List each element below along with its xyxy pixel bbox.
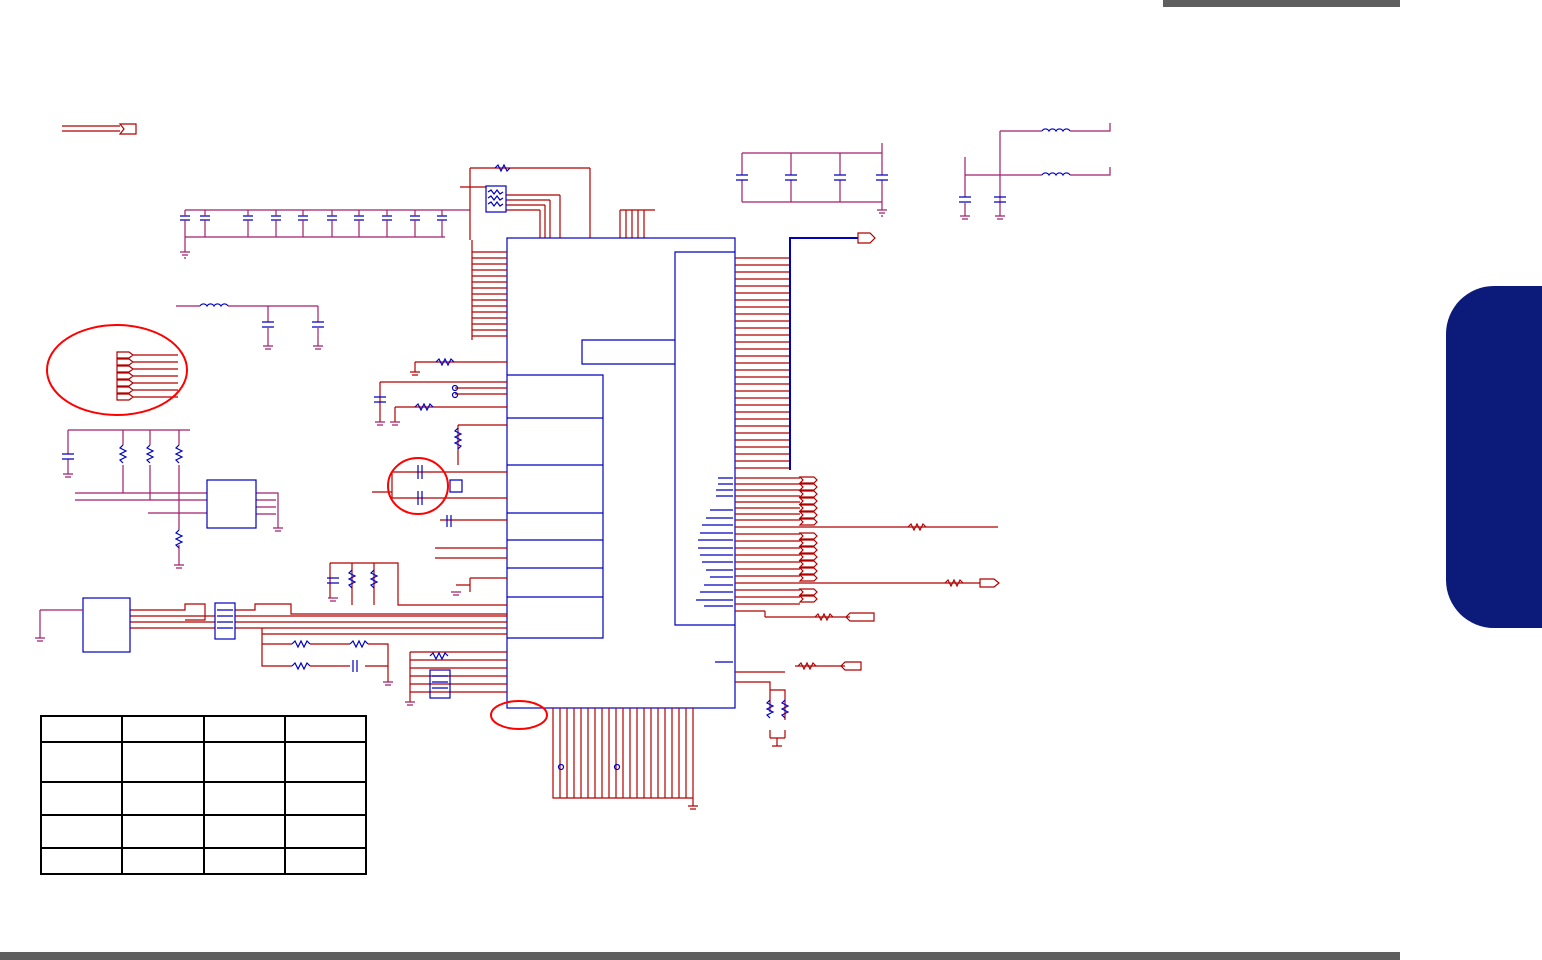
table-row (39, 847, 368, 875)
spec-table (39, 715, 368, 875)
signal-connectors (797, 476, 1000, 671)
table-row (39, 740, 368, 784)
table-cell (202, 715, 286, 743)
table-cell (121, 740, 205, 784)
table-cell (121, 715, 205, 743)
highlighted-connector-group (116, 351, 178, 401)
table-row (39, 814, 368, 850)
resistor-network-top (460, 167, 655, 240)
table-cell (39, 781, 124, 817)
ic-bottom-pins (552, 708, 698, 810)
table-cell (202, 781, 286, 817)
table-cell (283, 847, 368, 875)
table-cell (283, 781, 368, 817)
table-cell (202, 814, 286, 850)
table-cell (283, 814, 368, 850)
table-row (39, 715, 368, 743)
table-row (39, 781, 368, 817)
output-filter-capacitors (741, 143, 887, 217)
table-cell (121, 814, 205, 850)
ic-right-bus (735, 257, 998, 747)
table-cell (202, 847, 286, 875)
table-cell (283, 715, 368, 743)
table-cell (39, 715, 124, 743)
table-cell (39, 740, 124, 784)
table-cell (121, 847, 205, 875)
input-connector (62, 123, 137, 135)
power-input-line (176, 305, 323, 350)
pullup-resistor-circuit (63, 429, 283, 569)
table-cell (39, 847, 124, 875)
table-cell (202, 740, 286, 784)
inductor-filter (960, 123, 1111, 220)
bus-line-blue (789, 237, 858, 470)
table-cell (39, 814, 124, 850)
ic-inner-blocks (507, 251, 735, 663)
capacitor-symbols (180, 215, 447, 221)
table-cell (283, 740, 368, 784)
table-cell (121, 781, 205, 817)
